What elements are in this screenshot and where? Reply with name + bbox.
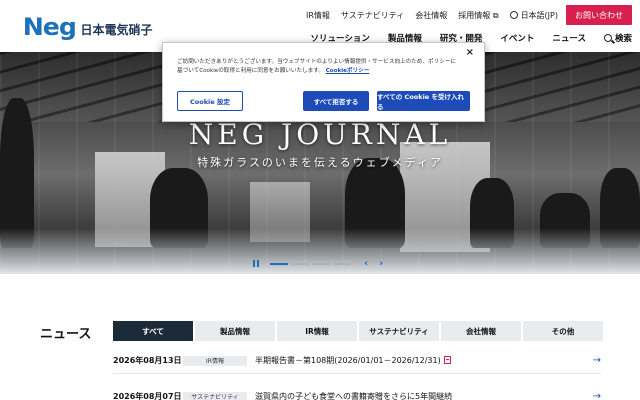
- nav-events[interactable]: イベント: [500, 32, 534, 44]
- util-link-company[interactable]: 会社情報: [415, 10, 447, 21]
- slider-pause-button[interactable]: [253, 260, 261, 268]
- tab-sustainability[interactable]: サステナビリティ: [359, 321, 439, 341]
- search-label: 検索: [614, 34, 632, 44]
- news-date: 2026年08月13日: [113, 356, 182, 365]
- cookie-text: ご訪問いただきありがとうございます。当ウェブサイトのよりよい情報提供・サービス向…: [177, 59, 457, 74]
- globe-icon: [509, 11, 518, 19]
- news-tabs: すべて 製品情報 IR情報 サステナビリティ 会社情報 その他: [113, 321, 603, 341]
- company-name: 日本電気硝子: [80, 22, 153, 37]
- news-title: 滋賀県内の子ども食堂への書籍寄贈をさらに5年間継続: [255, 392, 453, 400]
- contact-button[interactable]: お問い合わせ: [566, 5, 632, 25]
- logo-mark: Neg: [22, 13, 77, 41]
- slide-indicator[interactable]: [291, 263, 309, 265]
- tab-all[interactable]: すべて: [113, 321, 193, 341]
- util-link-recruit[interactable]: 採用情報 ⧉: [458, 10, 498, 21]
- tab-other[interactable]: その他: [523, 321, 603, 341]
- slider-next-button[interactable]: ›: [379, 258, 383, 269]
- news-item[interactable]: 2026年08月13日 IR情報 半期報告書－第108期(2026/01/01－…: [113, 348, 601, 374]
- slide-indicator[interactable]: [270, 263, 288, 265]
- cookie-consent-dialog: × ご訪問いただきありがとうございます。当ウェブサイトのよりよい情報提供・サービ…: [162, 42, 485, 122]
- hero-title: NEG JOURNAL: [188, 118, 452, 151]
- accept-all-button[interactable]: すべての Cookie を受け入れる: [377, 91, 470, 111]
- utility-nav: IR情報 サステナビリティ 会社情報 採用情報 ⧉ 日本語(JP): [306, 10, 558, 21]
- news-title-text: 半期報告書－第108期(2026/01/01－2026/12/31): [255, 356, 441, 365]
- pause-icon: [257, 260, 259, 267]
- language-label: 日本語(JP): [520, 11, 558, 20]
- slider-indicators: [270, 263, 351, 265]
- news-heading: ニュース: [40, 327, 92, 342]
- close-icon[interactable]: ×: [466, 47, 474, 58]
- arrow-right-icon: →: [592, 355, 601, 366]
- page: Neg 日本電気硝子 IR情報 サステナビリティ 会社情報 採用情報 ⧉ 日本語…: [0, 0, 640, 400]
- news-item[interactable]: 2026年08月07日 サステナビリティ 滋賀県内の子ども食堂への書籍寄贈をさら…: [113, 384, 601, 400]
- logo[interactable]: Neg 日本電気硝子: [22, 12, 153, 42]
- tab-company[interactable]: 会社情報: [441, 321, 521, 341]
- language-selector[interactable]: 日本語(JP): [509, 10, 558, 21]
- news-date: 2026年08月07日: [113, 392, 182, 400]
- util-link-sustainability[interactable]: サステナビリティ: [341, 10, 404, 21]
- cookie-settings-button[interactable]: Cookie 設定: [177, 91, 243, 111]
- pdf-icon: [443, 356, 451, 364]
- news-category-badge: サステナビリティ: [183, 391, 247, 400]
- tab-products[interactable]: 製品情報: [195, 321, 275, 341]
- cookie-message: ご訪問いただきありがとうございます。当ウェブサイトのよりよい情報提供・サービス向…: [177, 58, 457, 76]
- search-button[interactable]: 検索: [603, 32, 632, 44]
- pause-icon: [253, 260, 255, 267]
- slide-indicator[interactable]: [312, 263, 330, 265]
- search-icon: [603, 34, 612, 42]
- news-title: 半期報告書－第108期(2026/01/01－2026/12/31): [255, 355, 587, 366]
- hero-fade: [0, 228, 640, 274]
- hero-subtitle: 特殊ガラスのいまを伝えるウェブメディア: [197, 156, 443, 169]
- reject-all-button[interactable]: すべて拒否する: [303, 91, 369, 111]
- tab-ir[interactable]: IR情報: [277, 321, 357, 341]
- nav-news[interactable]: ニュース: [552, 32, 586, 44]
- slide-indicator[interactable]: [333, 263, 351, 265]
- slider-prev-button[interactable]: ‹: [364, 258, 368, 269]
- arrow-right-icon: →: [592, 391, 601, 400]
- util-link-ir[interactable]: IR情報: [306, 10, 330, 21]
- cookie-policy-link[interactable]: Cookieポリシー: [326, 68, 370, 74]
- news-category-badge: IR情報: [183, 355, 247, 366]
